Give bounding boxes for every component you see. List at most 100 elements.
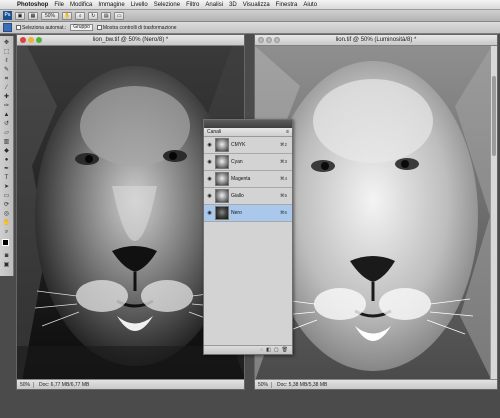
channel-thumbnail [215,189,229,203]
close-window-icon[interactable] [20,37,26,43]
minimize-window-icon[interactable] [266,37,272,43]
eraser-tool-icon[interactable]: ▱ [2,129,11,137]
zoom-window-icon[interactable] [36,37,42,43]
channels-panel[interactable]: Canali ≡ ◉ CMYK ⌘2 ◉ Cyan ⌘3 ◉ Magenta ⌘… [203,119,293,355]
hand-tool-button[interactable]: ✋ [62,11,73,20]
document-status-bar: 50% Doc: 5,38 MB/5,38 MB [255,379,497,389]
history-brush-tool-icon[interactable]: ↺ [2,120,11,128]
document-title-bar[interactable]: lion.tif @ 50% (Luminosità/8) * [255,35,497,46]
document-title: lion.tif @ 50% (Luminosità/8) * [335,37,417,43]
stamp-tool-icon[interactable]: ▲ [2,111,11,119]
document-size-info[interactable]: Doc: 6,77 MB/6,77 MB [39,382,89,388]
load-channel-as-selection-icon[interactable]: ◌ [260,347,263,353]
hand-tool-icon[interactable]: ✋ [2,219,11,227]
channels-tab-label: Canali [207,129,222,135]
menu-visualizza[interactable]: Visualizza [240,2,273,8]
healing-tool-icon[interactable]: ✚ [2,93,11,101]
menu-analisi[interactable]: Analisi [202,2,226,8]
rotate-view-button[interactable]: ↻ [88,11,99,20]
quick-select-tool-icon[interactable]: ✎ [2,66,11,74]
zoom-window-icon[interactable] [274,37,280,43]
visibility-eye-icon[interactable]: ◉ [206,176,213,182]
transform-label: Mostra controlli di trasformazione [102,24,177,31]
bridge-button[interactable]: ▣ [15,11,25,20]
menu-3d[interactable]: 3D [226,2,240,8]
3d-camera-tool-icon[interactable]: ◎ [2,210,11,218]
menu-selezione[interactable]: Selezione [151,2,183,8]
foreground-color-swatch[interactable] [1,239,9,246]
eyedropper-tool-icon[interactable]: ⁄ [2,84,11,92]
zoom-tool-icon[interactable]: ⌕ [2,228,11,236]
pen-tool-icon[interactable]: ✒ [2,165,11,173]
save-selection-as-channel-icon[interactable]: ◧ [266,347,271,353]
visibility-eye-icon[interactable]: ◉ [206,193,213,199]
application-bar: Ps ▣ ▦ 50% ✋ ⌕ ↻ ▤ ▭ [0,10,500,22]
minimize-window-icon[interactable] [28,37,34,43]
move-tool-icon[interactable]: ✥ [2,39,11,47]
channels-tab[interactable]: Canali ≡ [204,128,292,137]
scrollbar-thumb[interactable] [492,76,496,156]
menu-livello[interactable]: Livello [128,2,151,8]
document-size-info[interactable]: Doc: 5,38 MB/5,38 MB [277,382,327,388]
menu-app-name[interactable]: Photoshop [14,2,51,8]
marquee-tool-icon[interactable]: ⬚ [2,48,11,56]
blur-tool-icon[interactable]: ◆ [2,147,11,155]
path-select-tool-icon[interactable]: ➤ [2,183,11,191]
channel-row-black[interactable]: ◉ Nero ⌘6 [204,205,292,222]
menu-modifica[interactable]: Modifica [67,2,95,8]
checkbox-box[interactable] [16,25,21,30]
channel-row-magenta[interactable]: ◉ Magenta ⌘4 [204,171,292,188]
shape-tool-icon[interactable]: ▭ [2,192,11,200]
auto-select-checkbox[interactable]: Seleziona automat.: [16,25,66,31]
channel-thumbnail [215,138,229,152]
window-controls [258,37,280,43]
panel-footer: ◌ ◧ ▢ 🗑 [204,345,292,354]
menu-aiuto[interactable]: Aiuto [300,2,320,8]
quick-mask-icon[interactable]: ◙ [2,252,11,260]
screen-mode-button[interactable]: ▭ [114,11,125,20]
move-tool-preset-icon[interactable] [3,23,12,32]
close-window-icon[interactable] [258,37,264,43]
brush-tool-icon[interactable]: ✑ [2,102,11,110]
document-zoom-readout[interactable]: 50% [20,381,35,388]
document-zoom-readout[interactable]: 50% [258,381,273,388]
checkbox-box[interactable] [96,25,102,30]
menu-file[interactable]: File [51,2,67,8]
channel-shortcut: ⌘6 [280,210,288,215]
visibility-eye-icon[interactable]: ◉ [206,142,213,148]
visibility-eye-icon[interactable]: ◉ [206,210,213,216]
arrange-documents-button[interactable]: ▤ [101,11,112,20]
menu-immagine[interactable]: Immagine [95,2,127,8]
channel-name: CMYK [231,142,246,148]
channel-thumbnail [215,155,229,169]
vertical-scrollbar[interactable] [490,46,497,379]
channel-thumbnail [215,172,229,186]
zoom-level-field[interactable]: 50% [41,11,59,20]
3d-rotate-tool-icon[interactable]: ⟳ [2,201,11,209]
type-tool-icon[interactable]: T [2,174,11,182]
visibility-eye-icon[interactable]: ◉ [206,159,213,165]
lasso-tool-icon[interactable]: ℓ [2,57,11,65]
color-swatches[interactable] [1,239,12,251]
channel-row-cyan[interactable]: ◉ Cyan ⌘3 [204,154,292,171]
new-channel-icon[interactable]: ▢ [274,347,279,353]
mini-bridge-button[interactable]: ▦ [28,11,38,20]
menu-filtro[interactable]: Filtro [183,2,202,8]
crop-tool-icon[interactable]: ⌗ [2,75,11,83]
screen-mode-icon[interactable]: ▣ [2,261,11,269]
document-title-bar[interactable]: lion_bw.tif @ 50% (Nero/8) * [17,35,244,46]
channel-row-yellow[interactable]: ◉ Giallo ⌘5 [204,188,292,205]
channel-row-composite[interactable]: ◉ CMYK ⌘2 [204,137,292,154]
dodge-tool-icon[interactable]: ● [2,156,11,164]
window-controls [20,37,42,43]
panel-drag-bar[interactable] [204,120,292,128]
delete-channel-icon[interactable]: 🗑 [282,347,288,353]
panel-menu-icon[interactable]: ≡ [286,128,289,137]
gradient-tool-icon[interactable]: ▥ [2,138,11,146]
auto-select-dropdown[interactable]: Gruppo [70,24,93,31]
show-transform-checkbox[interactable]: Mostra controlli di trasformazione [96,24,177,31]
photoshop-logo-icon: Ps [3,11,12,20]
auto-select-label: Seleziona automat.: [22,24,67,31]
menu-finestra[interactable]: Finestra [273,2,301,8]
zoom-tool-button[interactable]: ⌕ [75,11,86,20]
